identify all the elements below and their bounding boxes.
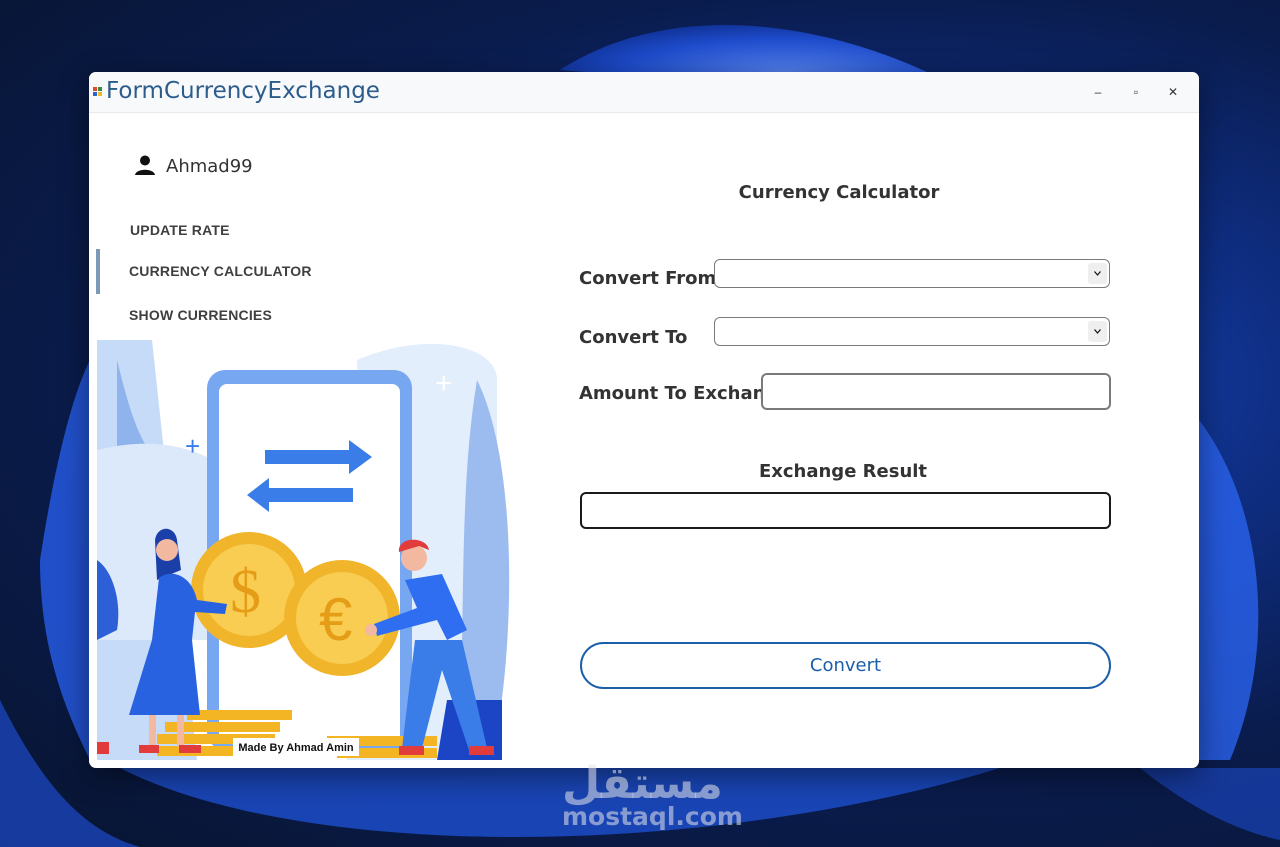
title-bar[interactable]: FormCurrencyExchange – ▫ ✕: [89, 72, 1199, 113]
user-icon: [135, 155, 155, 175]
exchange-result-label: Exchange Result: [758, 461, 928, 482]
convert-to-dropdown[interactable]: [714, 317, 1110, 346]
active-nav-indicator: [96, 249, 100, 294]
nav-update-rate[interactable]: UPDATE RATE: [130, 222, 230, 238]
nav-show-currencies[interactable]: SHOW CURRENCIES: [129, 307, 272, 323]
chevron-down-icon[interactable]: [1088, 263, 1107, 284]
app-window: FormCurrencyExchange – ▫ ✕ Ahmad99 UPDAT…: [89, 72, 1199, 768]
credit-label: Made By Ahmad Amin: [238, 742, 354, 754]
window-title: FormCurrencyExchange: [106, 78, 380, 104]
plus-icon: +: [185, 431, 200, 461]
convert-to-label: Convert To: [579, 327, 688, 348]
plus-icon: +: [435, 367, 453, 400]
partial-figure-shoe: [97, 742, 109, 754]
phone-notch: [283, 372, 335, 384]
euro-icon: €: [319, 586, 352, 653]
amount-input[interactable]: [761, 373, 1111, 410]
currency-exchange-illustration: + + $ € Made By Ahmad Amin: [97, 340, 510, 760]
amount-label: Amount To Exchange: [579, 383, 791, 404]
convert-button[interactable]: Convert: [580, 642, 1111, 689]
app-icon: [93, 87, 102, 96]
exchange-result-field[interactable]: [580, 492, 1111, 529]
maximize-button[interactable]: ▫: [1118, 78, 1154, 106]
dollar-icon: $: [230, 558, 261, 626]
username-label: Ahmad99: [166, 156, 253, 177]
nav-currency-calculator[interactable]: CURRENCY CALCULATOR: [129, 263, 312, 279]
close-button[interactable]: ✕: [1155, 78, 1191, 106]
chevron-down-icon[interactable]: [1088, 321, 1107, 342]
form-title: Currency Calculator: [738, 182, 940, 203]
minimize-button[interactable]: –: [1080, 78, 1116, 106]
convert-from-label: Convert From: [579, 268, 717, 289]
convert-from-dropdown[interactable]: [714, 259, 1110, 288]
watermark-url: mostaql.com: [562, 802, 743, 831]
